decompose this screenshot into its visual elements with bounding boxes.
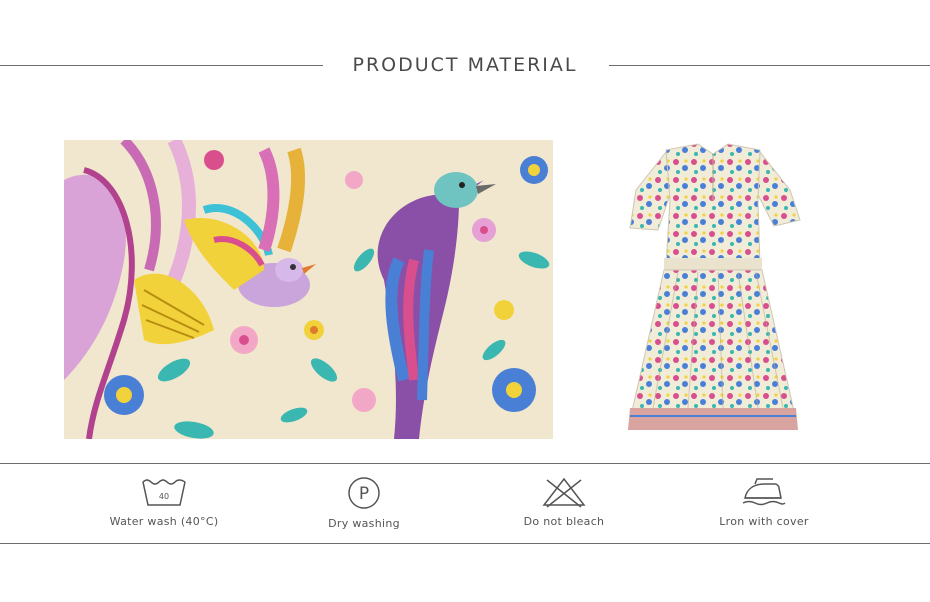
dress-image — [618, 140, 808, 439]
iron-icon — [742, 478, 786, 506]
no-bleach-icon — [542, 477, 586, 508]
dry-clean-p-icon: P — [348, 477, 380, 509]
care-label-iron: Lron with cover — [719, 515, 809, 528]
care-item-bleach: Do not bleach — [464, 476, 664, 528]
header-line-left — [0, 65, 323, 66]
care-item-wash: 40 Water wash (40°C) — [64, 476, 264, 528]
care-label-wash: Water wash (40°C) — [109, 515, 219, 528]
header-line-right — [609, 65, 930, 66]
care-item-iron: Lron with cover — [664, 476, 864, 528]
care-label-bleach: Do not bleach — [523, 515, 605, 528]
dry-clean-symbol: P — [359, 484, 369, 504]
care-instructions: 40 Water wash (40°C) P Dry washing Do no… — [0, 464, 930, 544]
wash-40-icon: 40 — [142, 479, 186, 506]
section-title: PRODUCT MATERIAL — [352, 54, 578, 76]
care-item-dry: P Dry washing — [264, 476, 464, 530]
fabric-closeup-image — [64, 140, 553, 439]
wash-temp: 40 — [159, 492, 169, 501]
care-label-dry: Dry washing — [328, 517, 400, 530]
